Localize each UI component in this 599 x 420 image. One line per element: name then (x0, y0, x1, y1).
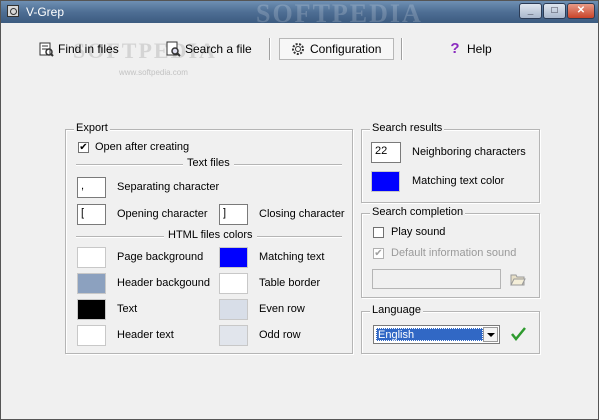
sound-file-path-input[interactable] (372, 269, 501, 289)
text-color-label: Text (117, 303, 138, 315)
language-select[interactable]: English (373, 325, 500, 344)
help-button[interactable]: ? Help (447, 38, 492, 60)
open-after-creating-checkbox[interactable]: ✔ (78, 142, 89, 153)
header-text-label: Header text (117, 329, 174, 341)
matching-text-color-label: Matching text color (412, 175, 505, 187)
search-file-icon (165, 41, 181, 57)
odd-row-label: Odd row (259, 329, 301, 341)
title-watermark: SOFTPEDIA (256, 0, 423, 28)
watermark-url: www.softpedia.com (119, 68, 188, 77)
open-after-creating-label: Open after creating (95, 141, 190, 153)
closing-character-label: Closing character (259, 208, 345, 220)
search-a-file-label: Search a file (185, 42, 252, 56)
export-legend: Export (74, 122, 110, 134)
search-completion-legend: Search completion (370, 206, 466, 218)
search-results-legend: Search results (370, 122, 445, 134)
table-border-label: Table border (259, 277, 321, 289)
language-legend: Language (370, 304, 423, 316)
close-button[interactable]: ✕ (567, 3, 595, 19)
matching-text-swatch[interactable] (219, 247, 248, 268)
gear-icon (290, 41, 306, 57)
neighboring-characters-input[interactable]: 22 (371, 142, 401, 163)
even-row-swatch[interactable] (219, 299, 248, 320)
table-border-swatch[interactable] (219, 273, 248, 294)
results-matching-text-swatch[interactable] (371, 171, 400, 192)
separating-character-label: Separating character (117, 181, 220, 193)
search-a-file-button[interactable]: Search a file (165, 38, 252, 60)
apply-checkmark-icon[interactable] (511, 327, 527, 344)
separating-character-input[interactable]: , (77, 177, 106, 198)
text-color-swatch[interactable] (77, 299, 106, 320)
neighboring-characters-label: Neighboring characters (412, 146, 526, 158)
toolbar-separator (401, 38, 403, 60)
configuration-button[interactable]: Configuration (279, 38, 394, 60)
app-icon (7, 5, 19, 17)
title-bar[interactable]: V-Grep SOFTPEDIA _ □ ✕ (1, 0, 598, 28)
maximize-button[interactable]: □ (543, 3, 566, 19)
help-label: Help (467, 42, 492, 56)
even-row-label: Even row (259, 303, 305, 315)
chevron-down-icon[interactable] (483, 327, 498, 342)
page-background-swatch[interactable] (77, 247, 106, 268)
opening-character-input[interactable]: [ (77, 204, 106, 225)
folder-open-icon[interactable] (510, 272, 526, 289)
html-files-colors-heading: HTML files colors (164, 229, 257, 241)
play-sound-label: Play sound (391, 226, 446, 238)
opening-character-label: Opening character (117, 208, 208, 220)
app-window: V-Grep SOFTPEDIA _ □ ✕ SOFTPEDIA www.sof… (0, 0, 599, 420)
find-in-files-button[interactable]: Find in files (38, 38, 119, 60)
header-background-swatch[interactable] (77, 273, 106, 294)
configuration-label: Configuration (310, 42, 382, 56)
minimize-button[interactable]: _ (519, 3, 542, 19)
closing-character-input[interactable]: ] (219, 204, 248, 225)
toolbar-separator (269, 38, 271, 60)
odd-row-swatch[interactable] (219, 325, 248, 346)
language-selected-value: English (376, 328, 483, 341)
toolbar: Find in files Search a file Configuratio… (7, 34, 592, 64)
text-files-heading: Text files (183, 157, 234, 169)
header-background-label: Header backgound (117, 277, 210, 289)
help-icon: ? (450, 40, 460, 57)
page-background-label: Page background (117, 251, 204, 263)
find-in-files-label: Find in files (58, 42, 119, 56)
play-sound-checkbox[interactable] (373, 227, 384, 238)
find-in-files-icon (38, 41, 54, 57)
default-information-sound-checkbox[interactable]: ✔ (373, 248, 384, 259)
window-title: V-Grep (26, 5, 65, 19)
default-information-sound-label: Default information sound (391, 247, 517, 259)
matching-text-label: Matching text (259, 251, 325, 263)
header-text-swatch[interactable] (77, 325, 106, 346)
